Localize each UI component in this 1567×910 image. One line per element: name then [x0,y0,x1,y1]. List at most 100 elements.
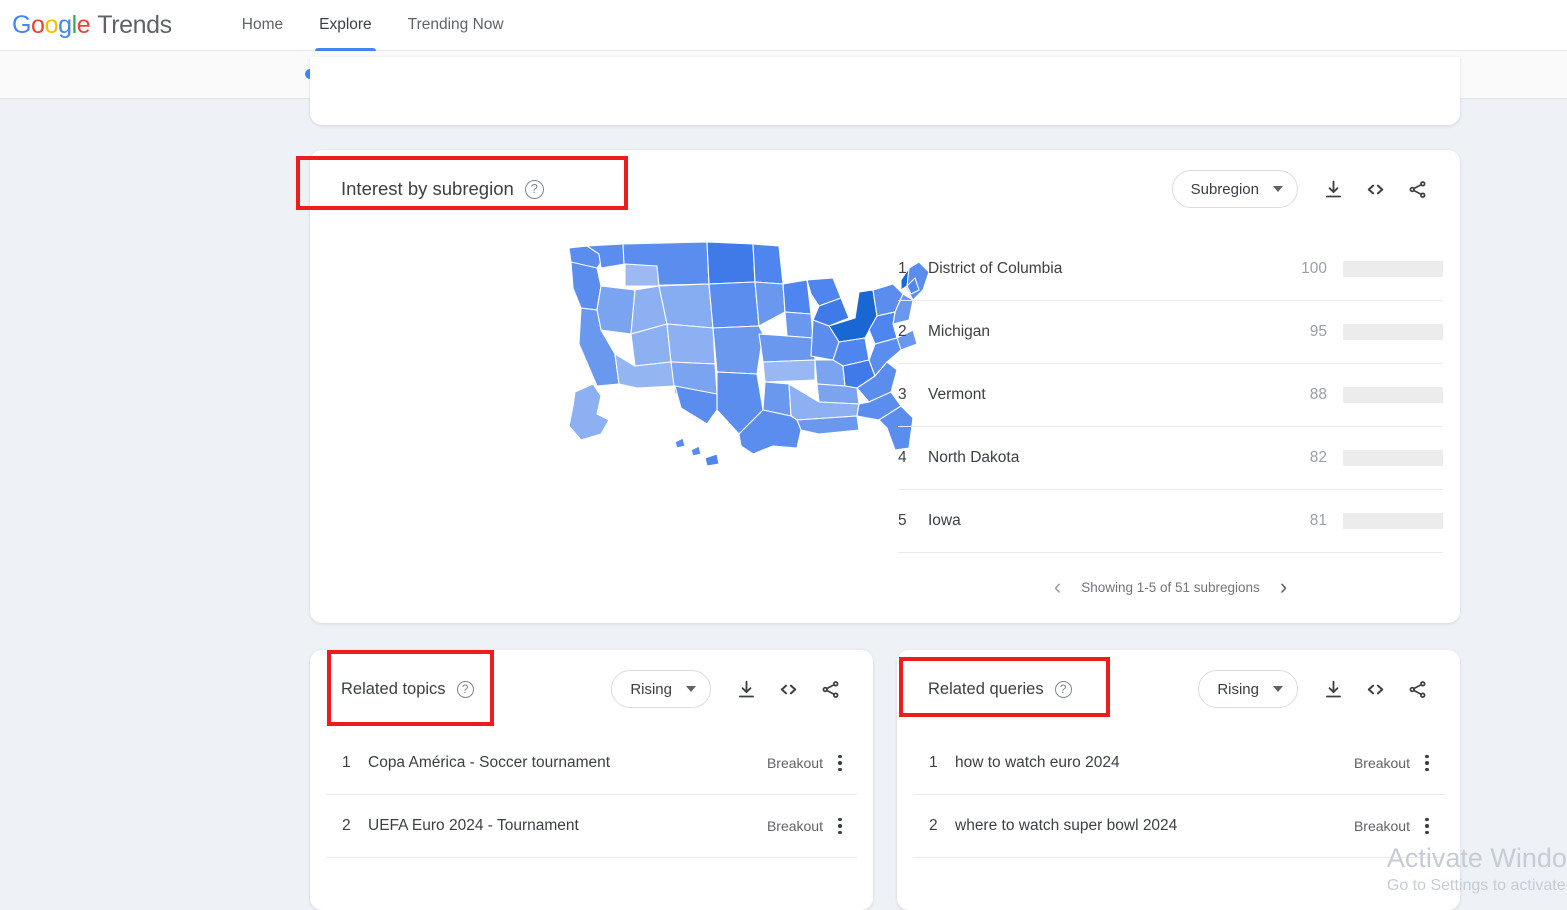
chevron-down-icon [1273,686,1283,692]
rank-value: 81 [1309,512,1327,529]
pagination-status: Showing 1-5 of 51 subregions [1081,579,1260,595]
status-badge: Breakout [766,755,823,771]
subregion-scope-select-label: Subregion [1190,180,1259,198]
more-options-icon[interactable] [1410,817,1444,835]
related-topics-sort-label: Rising [630,680,672,698]
rank-bar-track [1343,261,1443,277]
embed-code-button[interactable] [1354,168,1396,210]
share-button[interactable] [809,668,851,710]
nav-item-trending-now[interactable]: Trending Now [390,0,522,51]
table-row[interactable]: 2 Michigan 95 [898,301,1443,364]
google-wordmark: Google [12,10,91,39]
more-options-icon[interactable] [823,817,857,835]
rank-region-name: Vermont [928,386,986,403]
rank-number: 4 [898,449,907,466]
list-item-label: UEFA Euro 2024 - Tournament [368,817,579,834]
related-queries-list: 1 how to watch euro 2024 Breakout 2 wher… [913,732,1444,858]
list-item-rank: 2 [342,817,351,834]
nav-item-explore[interactable]: Explore [301,0,390,52]
embed-code-button[interactable] [1354,668,1396,710]
primary-nav: Home Explore Trending Now [224,0,522,52]
related-queries-sort-select[interactable]: Rising [1198,670,1298,708]
code-brackets-icon [777,678,800,701]
rank-region-name: North Dakota [928,449,1020,466]
table-row[interactable]: 5 Iowa 81 [898,490,1443,553]
subregion-scope-select[interactable]: Subregion [1171,170,1298,208]
interest-by-subregion-card: Interest by subregion ? Subregion 1 Dist… [310,150,1460,623]
list-item[interactable]: 2 UEFA Euro 2024 - Tournament Breakout [326,795,857,858]
google-trends-logo[interactable]: Google Trends [12,11,172,40]
table-row[interactable]: 1 District of Columbia 100 [898,238,1443,301]
rank-value: 82 [1309,449,1327,466]
status-badge: Breakout [766,818,823,834]
chevron-down-icon [1273,186,1283,192]
share-icon [820,679,841,700]
related-queries-title: Related queries ? [928,680,1072,699]
page-canvas: Interest by subregion ? Subregion 1 Dist… [0,57,1567,910]
code-brackets-icon [1364,178,1387,201]
table-row[interactable]: 4 North Dakota 82 [898,427,1443,490]
nav-item-explore-label: Explore [319,16,372,33]
subregion-pagination: ‹ Showing 1-5 of 51 subregions › [898,576,1443,598]
list-item-label: where to watch super bowl 2024 [955,817,1178,834]
top-navigation-bar: Google Trends Home Explore Trending Now [0,0,1567,52]
list-item-rank: 1 [929,754,938,771]
trends-wordmark: Trends [97,10,172,39]
embed-code-button[interactable] [767,668,809,710]
download-button[interactable] [725,668,767,710]
related-topics-title-text: Related topics [341,679,446,698]
rank-value: 95 [1309,323,1327,340]
related-queries-header: Related queries ? Rising [897,650,1460,728]
table-row[interactable]: 3 Vermont 88 [898,364,1443,427]
share-button[interactable] [1396,168,1438,210]
subregion-title-text: Interest by subregion [341,178,514,199]
subregion-toolbar: Subregion [1171,150,1438,228]
list-item-rank: 2 [929,817,938,834]
help-icon[interactable]: ? [456,680,474,698]
rank-bar-track [1343,324,1443,340]
rank-region-name: Iowa [928,512,961,529]
download-button[interactable] [1312,168,1354,210]
rank-number: 2 [898,323,907,340]
rank-number: 1 [898,260,907,277]
chevron-right-icon[interactable]: › [1280,576,1287,598]
more-options-icon[interactable] [1410,754,1444,772]
rank-region-name: Michigan [928,323,991,340]
more-options-icon[interactable] [823,754,857,772]
share-button[interactable] [1396,668,1438,710]
list-item[interactable]: 1 Copa América - Soccer tournament Break… [326,732,857,795]
status-badge: Breakout [1353,755,1410,771]
previous-card-partial [310,57,1460,125]
download-icon [1323,179,1344,200]
rank-bar-track [1343,387,1443,403]
rank-number: 3 [898,386,907,403]
chevron-left-icon[interactable]: ‹ [1054,576,1061,598]
help-icon[interactable]: ? [524,179,544,199]
status-badge: Breakout [1353,818,1410,834]
help-icon[interactable]: ? [1054,680,1072,698]
related-queries-card: Related queries ? Rising 1 how to watch … [897,650,1460,910]
list-item-label: how to watch euro 2024 [955,754,1120,771]
nav-item-home-label: Home [241,16,284,33]
chevron-down-icon [686,686,696,692]
rank-bar-track [1343,450,1443,466]
rank-value: 100 [1301,260,1327,277]
download-button[interactable] [1312,668,1354,710]
list-item-rank: 1 [342,754,351,771]
related-topics-sort-select[interactable]: Rising [611,670,711,708]
related-queries-sort-label: Rising [1217,680,1259,698]
nav-item-trending-now-label: Trending Now [407,16,504,33]
subregion-rank-list: 1 District of Columbia 100 2 Michigan 95… [898,238,1443,598]
related-topics-list: 1 Copa América - Soccer tournament Break… [326,732,857,858]
rank-number: 5 [898,512,907,529]
list-item[interactable]: 2 where to watch super bowl 2024 Breakou… [913,795,1444,858]
related-queries-toolbar: Rising [1198,650,1438,728]
code-brackets-icon [1364,678,1387,701]
related-topics-toolbar: Rising [611,650,851,728]
related-topics-title: Related topics ? [341,680,474,699]
list-item[interactable]: 1 how to watch euro 2024 Breakout [913,732,1444,795]
related-queries-title-text: Related queries [928,679,1044,698]
share-icon [1407,679,1428,700]
rank-region-name: District of Columbia [928,260,1063,277]
nav-item-home[interactable]: Home [224,0,301,51]
